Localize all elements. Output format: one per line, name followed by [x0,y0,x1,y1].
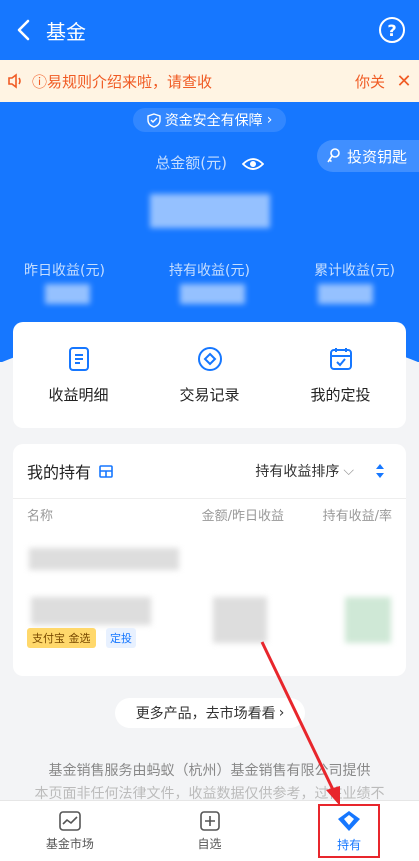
document-icon [68,346,89,371]
holdings-title: 我的持有 [27,463,92,482]
trade-record-button[interactable]: 交易记录 [144,322,275,428]
fund-row-2-name[interactable] [31,597,151,625]
plus-square-icon [199,810,220,831]
col-amount: 金额/昨日收益 [201,509,284,524]
page-title: 基金 [46,19,86,44]
diamond-circle-icon [197,346,222,371]
help-button[interactable]: ? [379,17,405,43]
speaker-icon [0,73,32,89]
more-products-button[interactable]: 更多产品，去市场看看 › [115,698,305,728]
col-name: 名称 [27,509,54,524]
key-icon [327,148,340,163]
question-icon: ? [387,20,397,40]
plan-badge: 定投 [106,628,136,648]
column-headers: 名称 金额/昨日收益 持有收益/率 [13,498,406,530]
fund-row-2-amount [213,597,267,643]
yesterday-profit-value [45,284,90,304]
yesterday-profit-label: 昨日收益(元) [24,263,105,279]
disclaimer-secondary: 本页面非任何法律文件，收益数据仅供参考，过往业绩不 [34,786,385,801]
income-detail-label: 收益明细 [48,385,109,404]
notice-bar[interactable]: ⓘ易规则介绍来啦，请查收 你关 ✕ [0,60,419,102]
tab-fund-market-label: 基金市场 [45,836,94,851]
trade-record-label: 交易记录 [179,385,240,404]
close-icon[interactable]: ✕ [389,71,419,92]
my-plan-button[interactable]: 我的定投 [275,322,406,428]
calendar-check-icon [329,347,352,370]
grid-icon[interactable] [99,464,113,478]
eye-icon[interactable] [241,157,265,175]
shield-icon [146,112,161,128]
chevron-down-icon: ⌵ [343,463,354,479]
notice-text: ⓘ易规则介绍来啦，请查收 [32,72,213,91]
alipay-select-badge: 支付宝 金选 [27,628,96,648]
investment-key-button[interactable]: 投资钥匙 [316,140,419,172]
total-profit-label: 累计收益(元) [314,263,395,279]
highlight-box [318,804,380,858]
sort-arrows-icon [376,464,384,478]
tab-watchlist[interactable]: 自选 [140,801,280,861]
holding-profit-label: 持有收益(元) [169,263,250,279]
chevron-right-icon: › [266,112,273,128]
tab-watchlist-label: 自选 [197,836,222,851]
holding-profit-value [180,284,245,304]
tab-fund-market[interactable]: 基金市场 [0,801,140,861]
safety-link[interactable]: 资金安全有保障 › [132,108,287,132]
disclaimer: 基金销售服务由蚂蚁（杭州）基金销售有限公司提供 [48,763,371,779]
sort-order-button[interactable] [368,459,392,483]
sort-dropdown[interactable]: 持有收益排序 ⌵ [255,461,354,481]
holdings-card: 我的持有 持有收益排序 ⌵ 名称 金额/昨日收益 持有收益/率 支付宝 金选 定… [13,444,406,676]
more-products-label: 更多产品，去市场看看 [135,706,276,722]
income-detail-button[interactable]: 收益明细 [13,322,144,428]
safety-text: 资金安全有保障 [164,113,263,129]
total-profit-value [318,284,373,304]
back-arrow-icon [17,19,30,41]
top-bar: 基金 ? [0,0,419,60]
investment-key-label: 投资钥匙 [346,147,407,166]
chart-window-icon [59,810,81,831]
col-profit: 持有收益/率 [322,509,392,524]
fund-row-2-profit [345,597,391,643]
notice-action[interactable]: 你关 [355,71,385,92]
quick-actions: 收益明细 交易记录 我的定投 [13,322,406,428]
total-amount-label: 总金额(元) [155,154,227,172]
total-amount-value [150,194,270,228]
my-plan-label: 我的定投 [310,385,371,404]
sort-label: 持有收益排序 [255,464,340,480]
back-button[interactable] [0,0,46,60]
fund-row-1[interactable] [29,548,179,570]
chevron-right-icon: › [278,705,285,721]
